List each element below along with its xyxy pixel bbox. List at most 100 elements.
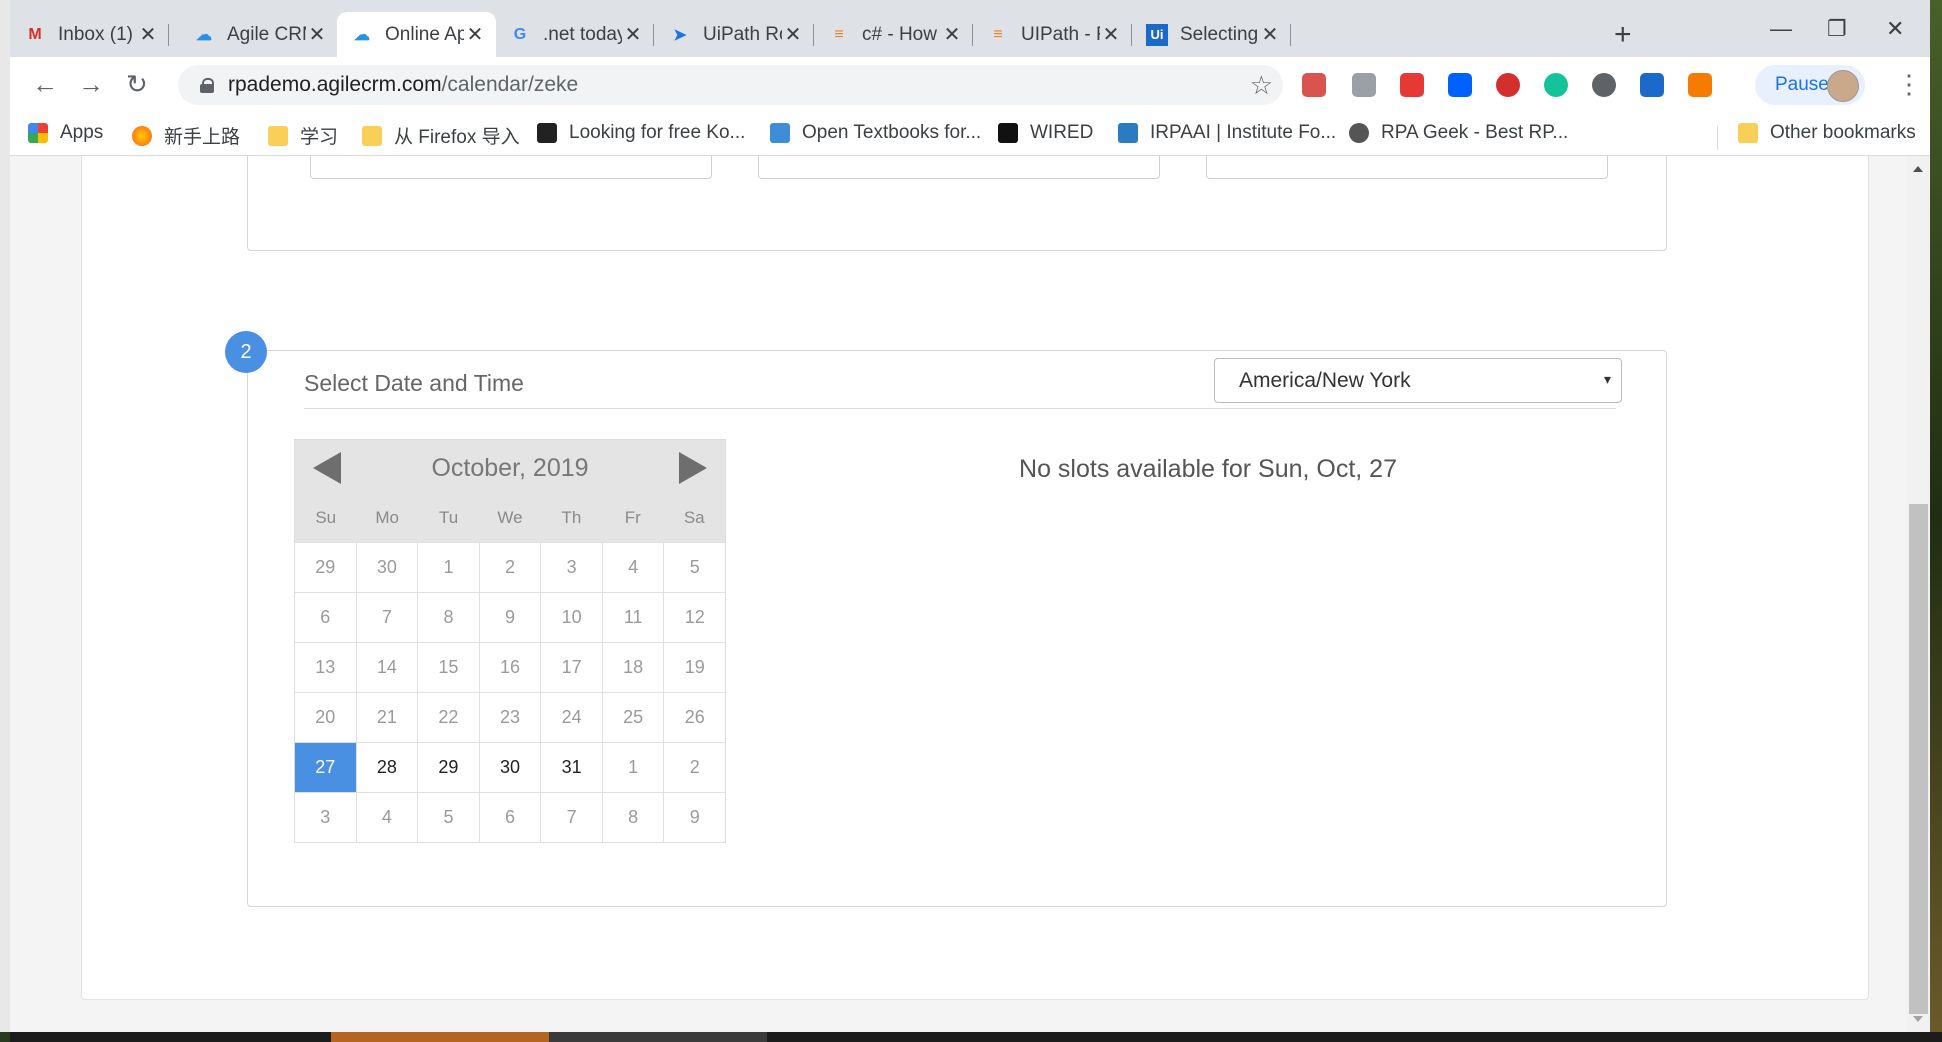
- browser-tab[interactable]: ☁ Agile CRM D✕: [179, 12, 338, 57]
- calendar-day[interactable]: 15: [417, 643, 479, 692]
- minimize-button[interactable]: —: [1770, 16, 1792, 42]
- address-bar[interactable]: rpademo.agilecrm.com/calendar/zeke ☆: [178, 65, 1283, 105]
- browser-tab[interactable]: ☁ Online Appo✕: [337, 12, 496, 57]
- calendar-day[interactable]: 1: [601, 743, 664, 792]
- calendar-day[interactable]: 2: [478, 543, 541, 592]
- service-option-box[interactable]: [758, 156, 1160, 179]
- calendar-day[interactable]: 25: [601, 693, 664, 742]
- service-option-box[interactable]: [310, 156, 712, 179]
- close-icon[interactable]: ✕: [137, 22, 159, 47]
- calendar-day[interactable]: 6: [295, 593, 356, 642]
- close-icon[interactable]: ✕: [464, 22, 486, 47]
- calendar-day[interactable]: 5: [663, 543, 725, 592]
- calendar-day[interactable]: 3: [295, 793, 356, 842]
- close-icon[interactable]: ✕: [306, 22, 328, 47]
- calendar-day[interactable]: 8: [601, 793, 664, 842]
- headphones-extension-icon[interactable]: [1688, 73, 1712, 97]
- dropbox-icon[interactable]: [1448, 73, 1472, 97]
- calendar-day[interactable]: 14: [355, 643, 418, 692]
- red-extension-icon[interactable]: [1400, 73, 1424, 97]
- doc-extension-icon[interactable]: [1352, 73, 1376, 97]
- browser-menu-icon[interactable]: ⋮: [1896, 69, 1922, 100]
- browser-tab[interactable]: ≡ c# - How to✕: [814, 12, 973, 57]
- calendar-day[interactable]: 4: [601, 543, 664, 592]
- close-icon[interactable]: ✕: [1100, 22, 1122, 47]
- browser-tab[interactable]: M Inbox (1) - rp✕: [10, 12, 169, 57]
- calendar-day[interactable]: 3: [540, 543, 602, 592]
- calendar-day[interactable]: 16: [478, 643, 541, 692]
- bookmark-item[interactable]: 学习: [268, 122, 338, 149]
- calendar-day[interactable]: 7: [540, 793, 602, 842]
- calendar-day[interactable]: 9: [663, 793, 725, 842]
- calendar-day[interactable]: 13: [295, 643, 356, 692]
- calendar-day[interactable]: 9: [478, 593, 541, 642]
- browser-tab[interactable]: ≡ UIPath - Find✕: [973, 12, 1132, 57]
- calendar-day[interactable]: 4: [355, 793, 418, 842]
- back-button[interactable]: ←: [32, 69, 58, 99]
- other-bookmarks[interactable]: Other bookmarks: [1738, 122, 1916, 144]
- calendar-day-available[interactable]: 31: [540, 743, 602, 792]
- calendar-day-available[interactable]: 30: [478, 743, 541, 792]
- calendar-day[interactable]: 5: [417, 793, 479, 842]
- calendar-day[interactable]: 6: [478, 793, 541, 842]
- restore-button[interactable]: ❐: [1827, 16, 1847, 42]
- calendar-day-available[interactable]: 29: [417, 743, 479, 792]
- calendar-day[interactable]: 7: [355, 593, 418, 642]
- uipath-extension-icon[interactable]: [1640, 73, 1664, 97]
- timezone-select[interactable]: America/New York ▾: [1214, 358, 1622, 403]
- bookmark-item[interactable]: WIRED: [998, 122, 1093, 144]
- close-icon[interactable]: ✕: [782, 22, 804, 47]
- scroll-down-arrow-icon[interactable]: [1913, 1016, 1923, 1022]
- close-window-button[interactable]: ✕: [1886, 16, 1904, 42]
- bookmark-item[interactable]: Open Textbooks for...: [770, 122, 981, 144]
- calendar-day[interactable]: 29: [295, 543, 356, 592]
- grammarly-icon[interactable]: [1544, 73, 1568, 97]
- calendar-day[interactable]: 1: [417, 543, 479, 592]
- calendar-day[interactable]: 23: [478, 693, 541, 742]
- browser-tab[interactable]: G .net today d✕: [495, 12, 654, 57]
- bookmark-item[interactable]: Apps: [28, 122, 103, 144]
- taskbar-item[interactable]: [331, 1032, 549, 1042]
- next-month-arrow-icon[interactable]: [679, 452, 707, 484]
- record-extension-icon[interactable]: [1496, 73, 1520, 97]
- circle-extension-icon[interactable]: [1592, 73, 1616, 97]
- calendar-day[interactable]: 17: [540, 643, 602, 692]
- calendar-day-available[interactable]: 28: [355, 743, 418, 792]
- bookmark-item[interactable]: 新手上路: [132, 122, 240, 149]
- calendar-day[interactable]: 2: [663, 743, 725, 792]
- new-tab-button[interactable]: +: [1614, 20, 1632, 50]
- calendar-day[interactable]: 30: [355, 543, 418, 592]
- browser-tab[interactable]: ➤ UiPath Robo✕: [655, 12, 814, 57]
- calendar-day[interactable]: 22: [417, 693, 479, 742]
- close-icon[interactable]: ✕: [941, 22, 963, 47]
- taskbar-item[interactable]: [549, 1032, 767, 1042]
- scroll-up-arrow-icon[interactable]: [1913, 166, 1923, 172]
- pdf-extension-icon[interactable]: [1302, 73, 1326, 97]
- close-icon[interactable]: ✕: [1259, 22, 1281, 47]
- calendar-day[interactable]: 8: [417, 593, 479, 642]
- calendar-day[interactable]: 19: [663, 643, 725, 692]
- calendar-day-selected[interactable]: 27: [295, 743, 356, 792]
- bookmark-item[interactable]: Looking for free Ko...: [537, 122, 745, 144]
- scrollbar-thumb[interactable]: [1909, 504, 1928, 1014]
- calendar-day[interactable]: 18: [601, 643, 664, 692]
- calendar-day[interactable]: 26: [663, 693, 725, 742]
- bookmark-star-icon[interactable]: ☆: [1250, 70, 1273, 101]
- calendar-day[interactable]: 12: [663, 593, 725, 642]
- bookmark-item[interactable]: IRPAAI | Institute Fo...: [1118, 122, 1336, 144]
- calendar-day[interactable]: 20: [295, 693, 356, 742]
- close-icon[interactable]: ✕: [622, 22, 644, 47]
- calendar-day[interactable]: 21: [355, 693, 418, 742]
- tab-separator: [653, 24, 654, 46]
- reload-button[interactable]: ↻: [126, 69, 148, 99]
- vertical-scrollbar[interactable]: [1907, 156, 1930, 1032]
- bookmark-item[interactable]: 从 Firefox 导入: [362, 122, 520, 149]
- browser-tab[interactable]: Ui Selecting Da✕: [1132, 12, 1291, 57]
- calendar-day[interactable]: 24: [540, 693, 602, 742]
- bookmark-item[interactable]: RPA Geek - Best RP...: [1349, 122, 1568, 144]
- calendar-day[interactable]: 11: [601, 593, 664, 642]
- profile-button[interactable]: Paused: [1755, 65, 1865, 105]
- calendar-day[interactable]: 10: [540, 593, 602, 642]
- forward-button[interactable]: →: [78, 69, 104, 99]
- service-option-box[interactable]: [1206, 156, 1608, 179]
